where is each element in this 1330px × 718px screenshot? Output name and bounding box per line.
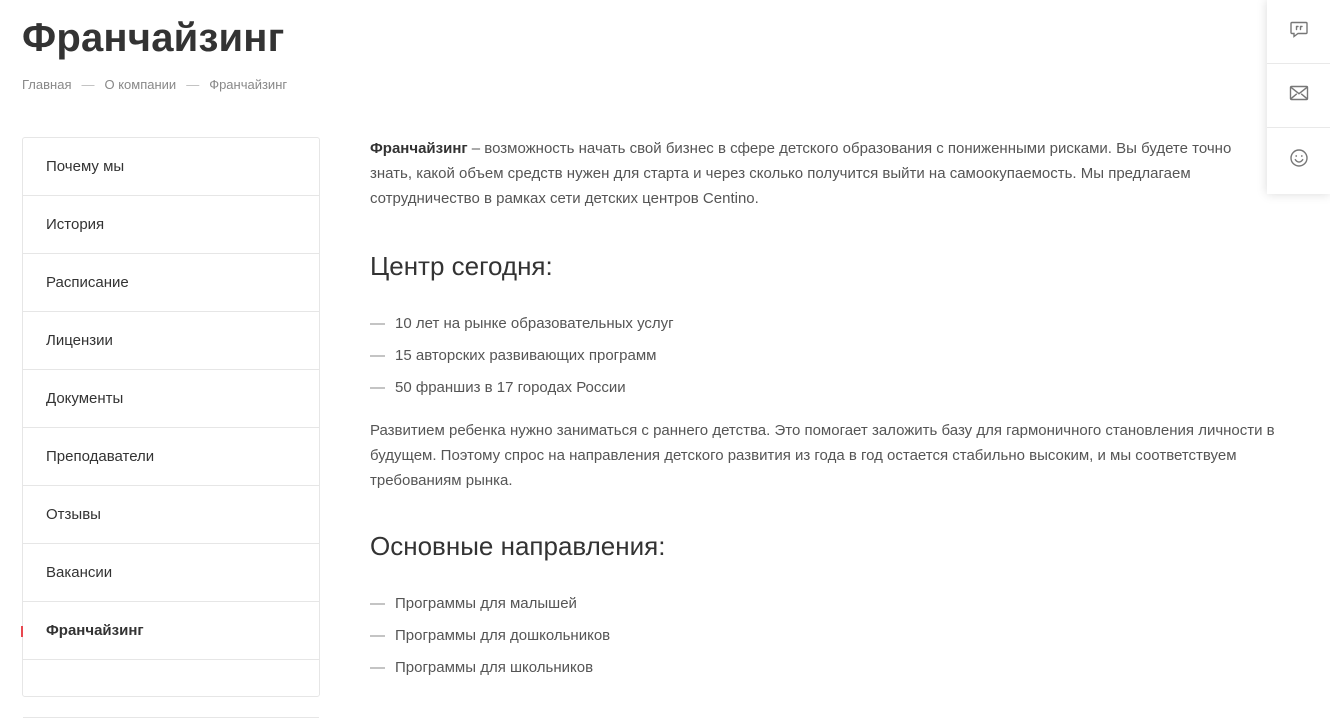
- floating-action-panel: [1267, 0, 1330, 194]
- list-item: — Программы для школьников: [370, 652, 1300, 684]
- breadcrumb-separator: —: [186, 77, 200, 92]
- sidebar-item-label: Франчайзинг: [46, 622, 144, 639]
- today-list: — 10 лет на рынке образовательных услуг —…: [370, 308, 1300, 404]
- list-item-text: Программы для школьников: [395, 659, 594, 676]
- sidebar-item-label: Преподаватели: [46, 448, 155, 465]
- list-dash: —: [370, 315, 385, 332]
- list-dash: —: [370, 595, 385, 612]
- breadcrumb-home[interactable]: Главная: [22, 76, 71, 94]
- chat-quote-icon: [1289, 19, 1309, 44]
- sidebar-menu: Почему мы История Расписание Лицензии До…: [21, 137, 320, 718]
- list-dash: —: [370, 659, 385, 676]
- sidebar-item-label: Вакансии: [46, 564, 113, 581]
- list-item: — 10 лет на рынке образовательных услуг: [370, 308, 1300, 340]
- intro-text: – возможность начать свой бизнес в сфере…: [370, 140, 1232, 207]
- sidebar-item-reviews[interactable]: Отзывы: [23, 486, 319, 544]
- list-dash: —: [370, 347, 385, 364]
- sidebar-item-schedule[interactable]: Расписание: [23, 254, 319, 312]
- sidebar-item-history[interactable]: История: [23, 196, 319, 254]
- breadcrumb-separator: —: [81, 77, 95, 92]
- sidebar-item-label: История: [46, 216, 105, 233]
- sidebar-item-franchising[interactable]: Франчайзинг: [21, 602, 319, 660]
- sidebar-item-label: Документы: [46, 390, 124, 407]
- breadcrumb-current: Франчайзинг: [209, 77, 288, 92]
- mail-button[interactable]: [1267, 64, 1330, 128]
- directions-list: — Программы для малышей — Программы для до…: [370, 588, 1300, 684]
- list-item: — 15 авторских развивающих программ: [370, 340, 1300, 372]
- breadcrumb: Главная — О компании — Франчайзинг: [22, 76, 287, 94]
- sidebar-item-label: Лицензии: [46, 332, 113, 349]
- sidebar-item-label: Расписание: [46, 274, 129, 291]
- sidebar-item-licenses[interactable]: Лицензии: [23, 312, 319, 370]
- list-dash: —: [370, 627, 385, 644]
- intro-paragraph: Франчайзинг – возможность начать свой би…: [370, 136, 1270, 211]
- sidebar-item-vacancies[interactable]: Вакансии: [23, 544, 319, 602]
- sidebar-item-teachers[interactable]: Преподаватели: [23, 428, 319, 486]
- feedback-button[interactable]: [1267, 128, 1330, 192]
- list-item: — 50 франшиз в 17 городах России: [370, 372, 1300, 404]
- development-paragraph: Развитием ребенка нужно заниматься с ран…: [370, 422, 1275, 489]
- section-heading-today: Центр сегодня:: [370, 251, 553, 281]
- page-title: Франчайзинг: [22, 16, 285, 60]
- mail-icon: [1289, 85, 1309, 106]
- intro-bold: Франчайзинг: [370, 140, 468, 157]
- list-item-text: Программы для дошкольников: [395, 627, 611, 644]
- list-item-text: 15 авторских развивающих программ: [395, 347, 657, 364]
- section-heading-directions: Основные направления:: [370, 531, 666, 561]
- list-dash: —: [370, 379, 385, 396]
- sidebar-item-label: Отзывы: [46, 506, 101, 523]
- sidebar-item-label: Почему мы: [46, 158, 125, 175]
- list-item-text: 50 франшиз в 17 городах России: [395, 379, 626, 396]
- list-item-text: Программы для малышей: [395, 595, 577, 612]
- sidebar-item-documents[interactable]: Документы: [23, 370, 319, 428]
- smile-icon: [1289, 148, 1309, 173]
- main-content: Франчайзинг – возможность начать свой би…: [370, 136, 1300, 684]
- active-marker: [21, 626, 23, 637]
- sidebar-item-why-us[interactable]: Почему мы: [23, 138, 319, 196]
- breadcrumb-about[interactable]: О компании: [104, 76, 176, 94]
- chat-button[interactable]: [1267, 0, 1330, 64]
- list-item-text: 10 лет на рынке образовательных услуг: [395, 315, 674, 332]
- list-item: — Программы для малышей: [370, 588, 1300, 620]
- list-item: — Программы для дошкольников: [370, 620, 1300, 652]
- sidebar-item-next[interactable]: [23, 660, 319, 718]
